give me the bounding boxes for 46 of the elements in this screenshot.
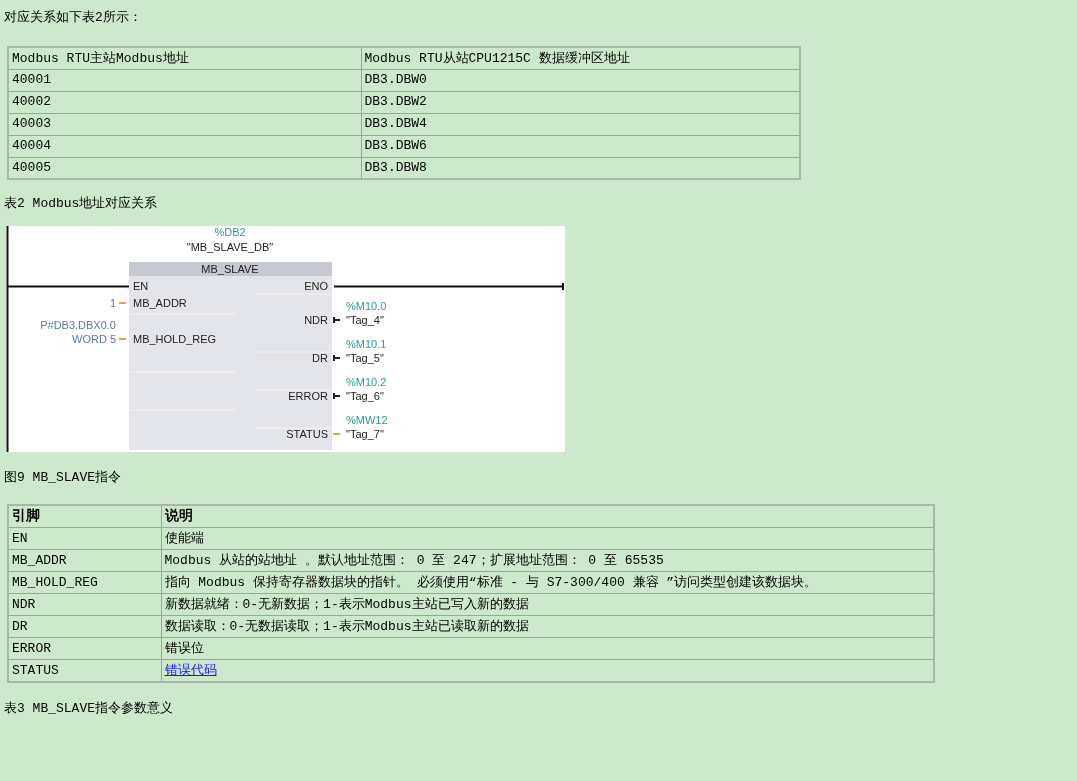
output-wire: [332, 392, 341, 400]
column-header: 说明: [161, 505, 934, 528]
pin-label: ERROR: [288, 390, 328, 402]
table-cell: EN: [8, 527, 161, 550]
table-caption: 表2 Modbus地址对应关系: [4, 195, 159, 213]
error-code-link[interactable]: 错误代码: [164, 662, 217, 678]
instance-address: %DB2: [214, 226, 246, 238]
output-wire: [332, 433, 341, 435]
column-header: 引脚: [8, 505, 161, 528]
column-header: Modbus RTU主站Modbus地址: [8, 47, 361, 69]
tag-name: "Tag_6": [346, 390, 384, 402]
figure-caption: 图9 MB_SLAVE指令: [4, 469, 122, 487]
input-wire: [118, 302, 127, 304]
tag-name: "Tag_5": [346, 352, 384, 364]
tag-name: "Tag_7": [346, 428, 384, 440]
tag-address: %M10.1: [346, 338, 387, 350]
table-cell: 40002: [8, 91, 361, 113]
table-cell: NDR: [8, 593, 161, 616]
intro-text: 对应关系如下表2所示：: [4, 9, 143, 27]
tag-name: "Tag_4": [346, 314, 384, 326]
table-cell: 40003: [8, 113, 361, 135]
input-value: WORD 5: [72, 333, 116, 345]
table-cell: 40001: [8, 69, 361, 91]
table-caption: 表3 MB_SLAVE指令参数意义: [4, 699, 174, 718]
input-wire: [118, 338, 127, 340]
block-title: MB_SLAVE: [201, 263, 259, 275]
pin-label: STATUS: [286, 428, 328, 440]
pin-label: MB_ADDR: [133, 297, 187, 309]
table-cell: MB_ADDR: [8, 549, 161, 572]
table-cell: DR: [8, 615, 161, 638]
pin-label: ENO: [304, 280, 328, 292]
pin-label: NDR: [304, 314, 328, 326]
instance-name: "MB_SLAVE_DB": [186, 241, 274, 253]
table-cell: 40004: [8, 135, 361, 157]
output-wire: [332, 354, 341, 362]
pin-label: MB_HOLD_REG: [133, 333, 217, 345]
table-cell: ERROR: [8, 637, 161, 660]
input-value: 1: [109, 297, 116, 309]
table-cell: MB_HOLD_REG: [8, 571, 161, 594]
tag-address: %MW12: [346, 414, 388, 426]
tag-address: %M10.0: [346, 300, 387, 312]
input-value: P#DB3.DBX0.0: [40, 319, 116, 331]
output-wire: [332, 316, 341, 324]
tag-address: %M10.2: [346, 376, 387, 388]
pin-label: DR: [312, 352, 328, 364]
pin-label: EN: [133, 280, 149, 292]
